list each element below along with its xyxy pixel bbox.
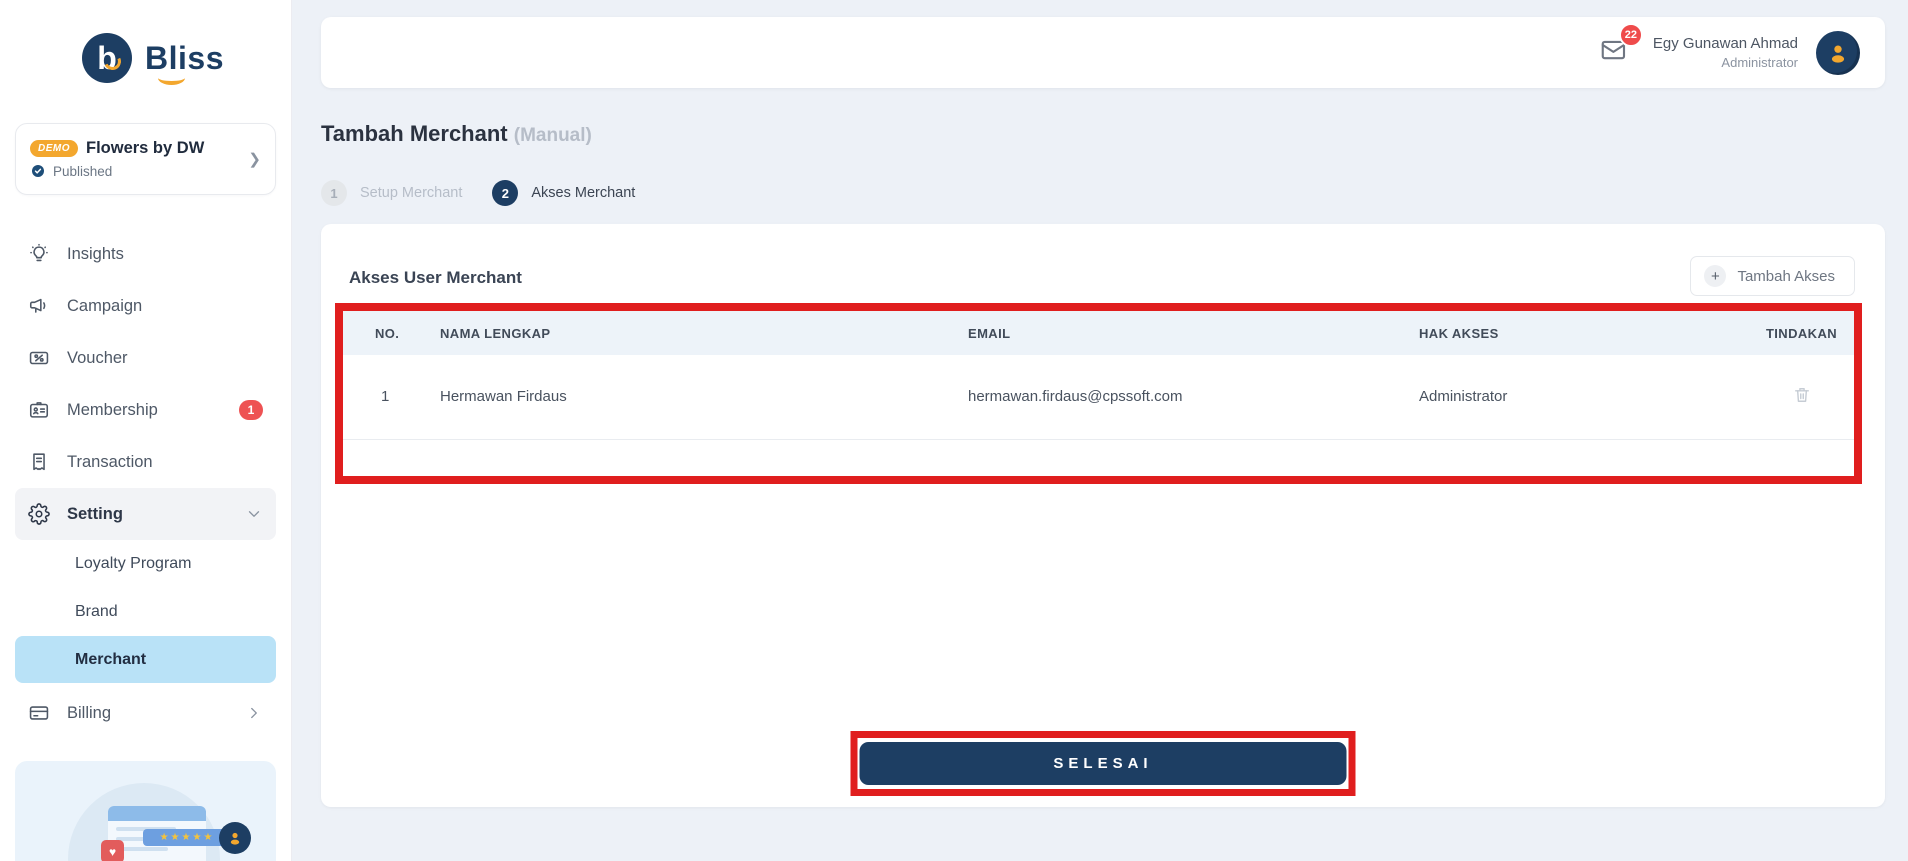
membership-count-badge: 1 <box>239 400 263 420</box>
avatar[interactable] <box>1816 30 1860 75</box>
sidebar-item-voucher[interactable]: Voucher <box>15 332 276 384</box>
trash-icon <box>1794 388 1809 403</box>
sidebar-item-label: Voucher <box>67 348 128 367</box>
workspace-status: Published <box>53 163 113 179</box>
sidebar-item-label: Setting <box>67 504 123 523</box>
step-number: 2 <box>492 180 519 206</box>
user-role: Administrator <box>1721 54 1798 70</box>
sidebar-subitem-merchant[interactable]: Merchant <box>15 636 276 683</box>
sidebar-nav: Insights Campaign Voucher Membership 1 T… <box>15 228 276 739</box>
main-content: 22 Egy Gunawan Ahmad Administrator Tamba… <box>292 0 1908 861</box>
membership-icon <box>29 402 49 418</box>
brand-name: Bliss <box>145 39 224 85</box>
table-header-row: NO. NAMA LENGKAP EMAIL HAK AKSES TINDAKA… <box>343 311 1854 355</box>
cell-tindakan <box>1749 355 1854 440</box>
sidebar-item-label: Membership <box>67 400 158 419</box>
gear-icon <box>28 503 50 525</box>
chevron-right-icon <box>245 704 263 722</box>
page-title-suffix: (Manual) <box>513 125 592 146</box>
col-header-no: NO. <box>343 311 440 355</box>
sidebar-item-label: Transaction <box>67 452 153 471</box>
sidebar: b Bliss DEMO Flowers by DW Published ❯ I… <box>0 0 292 861</box>
annotation-highlight-finish: SELESAI <box>850 731 1356 796</box>
cell-nama-lengkap: Hermawan Firdaus <box>440 355 968 440</box>
wizard-steps: 1 Setup Merchant 2 Akses Merchant <box>321 180 1885 206</box>
col-header-hak-akses: HAK AKSES <box>1419 311 1749 355</box>
logo-swoosh <box>158 75 185 85</box>
step-setup-merchant[interactable]: 1 Setup Merchant <box>321 180 462 206</box>
billing-icon <box>29 706 49 720</box>
workspace-info: DEMO Flowers by DW Published <box>30 139 248 179</box>
step-number: 1 <box>321 180 347 206</box>
sidebar-item-transaction[interactable]: Transaction <box>15 436 276 488</box>
tambah-akses-label: Tambah Akses <box>1737 267 1835 285</box>
sidebar-item-label: Insights <box>67 244 124 263</box>
subitem-label: Brand <box>75 603 118 620</box>
step-akses-merchant[interactable]: 2 Akses Merchant <box>492 180 635 206</box>
col-header-nama-lengkap: NAMA LENGKAP <box>440 311 968 355</box>
sidebar-item-billing[interactable]: Billing <box>15 687 276 739</box>
verified-check-icon <box>32 165 44 177</box>
sidebar-subitem-brand[interactable]: Brand <box>15 588 276 636</box>
brand-logo: b Bliss <box>82 33 276 85</box>
table-row: 1 Hermawan Firdaus hermawan.firdaus@cpss… <box>343 355 1854 440</box>
col-header-tindakan: TINDAKAN <box>1749 311 1854 355</box>
sidebar-item-label: Billing <box>67 703 112 722</box>
sidebar-item-insights[interactable]: Insights <box>15 228 276 280</box>
subitem-label: Merchant <box>75 650 147 668</box>
campaign-icon <box>29 298 46 313</box>
illustration-rating-stars: ★★★★★ <box>143 829 231 846</box>
col-header-email: EMAIL <box>968 311 1419 355</box>
plus-icon: + <box>1704 265 1727 287</box>
panel-title: Akses User Merchant <box>349 268 522 287</box>
delete-access-button[interactable] <box>1788 381 1816 412</box>
access-table: NO. NAMA LENGKAP EMAIL HAK AKSES TINDAKA… <box>343 311 1854 440</box>
annotation-highlight-table: NO. NAMA LENGKAP EMAIL HAK AKSES TINDAKA… <box>335 303 1862 484</box>
app-root: b Bliss DEMO Flowers by DW Published ❯ I… <box>0 0 1908 861</box>
page-title-text: Tambah Merchant <box>321 121 508 146</box>
demo-badge: DEMO <box>30 140 78 157</box>
workspace-name: Flowers by DW <box>86 139 205 157</box>
transaction-icon <box>33 453 45 471</box>
cell-hak-akses: Administrator <box>1419 355 1749 440</box>
user-name: Egy Gunawan Ahmad <box>1652 34 1798 52</box>
bliss-logo-icon: b <box>82 33 132 83</box>
sidebar-illustration: ★★★★★ ♥ <box>15 761 276 861</box>
cell-no: 1 <box>343 355 440 440</box>
brand-name-text: Bliss <box>145 39 224 76</box>
voucher-icon <box>29 351 49 365</box>
person-icon <box>1831 45 1845 63</box>
sidebar-item-label: Campaign <box>67 296 143 315</box>
illustration-like-icon: ♥ <box>101 840 124 861</box>
chevron-right-icon: ❯ <box>248 151 261 168</box>
chevron-down-icon <box>245 505 263 523</box>
mail-count-badge: 22 <box>1618 23 1643 47</box>
sidebar-subitem-loyalty-program[interactable]: Loyalty Program <box>15 540 276 588</box>
inbox-button[interactable]: 22 <box>1599 23 1643 70</box>
akses-user-merchant-panel: Akses User Merchant + Tambah Akses NO. N… <box>321 224 1885 807</box>
illustration-avatar <box>219 822 251 854</box>
user-info: Egy Gunawan Ahmad Administrator <box>1653 34 1798 72</box>
selesai-button[interactable]: SELESAI <box>859 742 1347 785</box>
step-label: Akses Merchant <box>531 185 636 201</box>
step-label: Setup Merchant <box>360 185 463 201</box>
workspace-selector[interactable]: DEMO Flowers by DW Published ❯ <box>15 123 276 195</box>
cell-email: hermawan.firdaus@cpssoft.com <box>968 355 1419 440</box>
sidebar-item-setting[interactable]: Setting <box>15 488 276 540</box>
tambah-akses-button[interactable]: + Tambah Akses <box>1690 256 1855 296</box>
insights-icon <box>30 243 48 262</box>
page-title: Tambah Merchant (Manual) <box>321 121 1885 147</box>
sidebar-item-membership[interactable]: Membership 1 <box>15 384 276 436</box>
subitem-label: Loyalty Program <box>75 555 192 572</box>
sidebar-item-campaign[interactable]: Campaign <box>15 280 276 332</box>
top-header-bar: 22 Egy Gunawan Ahmad Administrator <box>321 17 1885 88</box>
